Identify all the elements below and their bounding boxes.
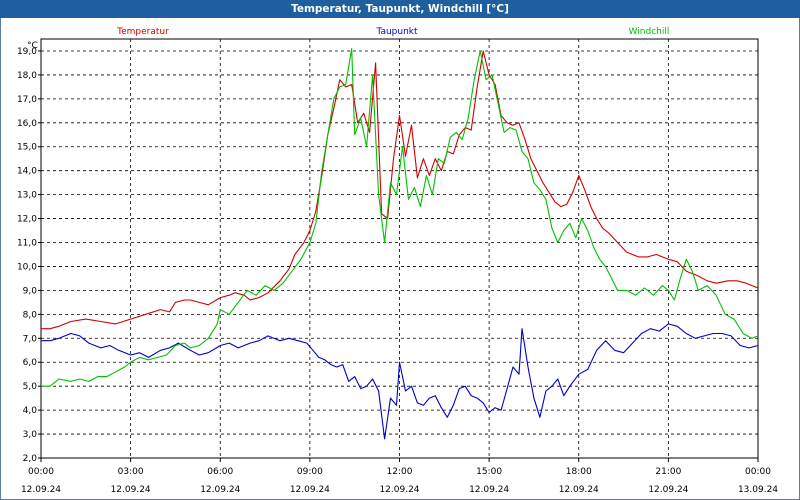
- x-tick-date: 12.09.24: [21, 485, 61, 495]
- x-tick-date: 12.09.24: [200, 485, 240, 495]
- x-tick-date: 12.09.24: [379, 485, 419, 495]
- x-axis-ticks: 00:00 12.09.24 03:00 12.09.24 06:00 12.09.24 0…: [21, 458, 778, 495]
- y-tick-label: 12,0: [17, 215, 37, 225]
- y-tick-label: 15,0: [17, 143, 37, 153]
- x-tick-time: 00:00: [28, 467, 54, 477]
- x-tick-time: 09:00: [297, 467, 323, 477]
- x-tick-date: 12.09.24: [290, 485, 330, 495]
- legend-entry-temperatur: Temperatur: [116, 27, 169, 37]
- y-tick-label: 16,0: [17, 119, 37, 129]
- chart-canvas: 2,0 3,0 4,0 5,0 6,0 7,0 8,0 9,0 10,0 11,0 12,0 13,0…: [17, 27, 778, 495]
- y-tick-label: 13,0: [17, 191, 37, 201]
- y-tick-label: 11,0: [17, 239, 37, 249]
- x-tick-time: 21:00: [655, 467, 681, 477]
- y-tick-label: 4,0: [23, 406, 38, 416]
- y-tick-label: 2,0: [23, 454, 38, 464]
- y-tick-label: 10,0: [17, 262, 37, 272]
- y-tick-label: 9,0: [23, 286, 38, 296]
- y-tick-label: 7,0: [23, 334, 38, 344]
- y-tick-label: 3,0: [23, 430, 38, 440]
- y-tick-label: 18,0: [17, 71, 37, 81]
- legend-entry-windchill: Windchill: [629, 27, 670, 37]
- x-tick-time: 15:00: [476, 467, 502, 477]
- x-tick-date: 13.09.24: [738, 485, 778, 495]
- x-tick-time: 06:00: [207, 467, 233, 477]
- legend: Temperatur Taupunkt Windchill: [116, 27, 669, 37]
- y-tick-label: 14,0: [17, 167, 37, 177]
- legend-entry-taupunkt: Taupunkt: [375, 27, 418, 37]
- x-tick-time: 18:00: [566, 467, 592, 477]
- y-tick-label: 5,0: [23, 382, 38, 392]
- y-axis-unit: °C: [27, 41, 38, 51]
- grid: [40, 39, 759, 459]
- y-tick-label: 6,0: [23, 358, 38, 368]
- x-tick-date: 12.09.24: [111, 485, 151, 495]
- x-tick-date: 12.09.24: [469, 485, 509, 495]
- x-tick-time: 00:00: [745, 467, 771, 477]
- y-tick-label: 8,0: [23, 310, 38, 320]
- y-axis-ticks: 2,0 3,0 4,0 5,0 6,0 7,0 8,0 9,0 10,0 11,0 12,0 13,0…: [17, 47, 41, 464]
- x-tick-time: 12:00: [387, 467, 413, 477]
- x-tick-time: 03:00: [118, 467, 144, 477]
- y-tick-label: 17,0: [17, 95, 37, 105]
- x-tick-date: 12.09.24: [559, 485, 599, 495]
- x-tick-date: 12.09.24: [648, 485, 688, 495]
